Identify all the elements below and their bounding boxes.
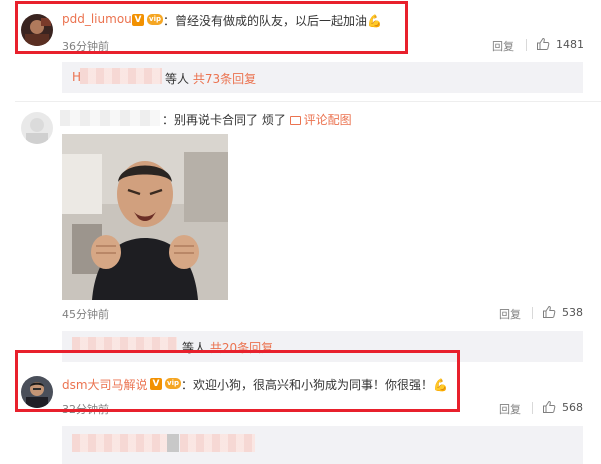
blurred-name [80,68,162,84]
like-count: 538 [562,306,583,319]
blurred-name [72,434,167,452]
blurred-block [167,434,179,452]
reply-button[interactable]: 回复 [492,38,514,54]
subreply-suffix: 等人 [165,72,190,86]
separator [532,307,533,319]
comment-text: ：别再说卡合同了 烦了 评论配图 [162,111,352,128]
like-count: 1481 [556,38,584,51]
highlight-box [15,1,408,54]
blurred-name [180,434,255,452]
comment-time: 45分钟前 [62,308,109,321]
comment-picture-link[interactable]: 评论配图 [289,113,352,127]
divider [15,101,601,102]
picture-icon [289,116,301,125]
thumbs-up-icon[interactable] [542,400,556,414]
blurred-username [60,110,160,126]
like-count: 568 [562,401,583,414]
separator [532,402,533,414]
highlight-box [15,350,460,412]
reply-button[interactable]: 回复 [499,401,521,417]
subreply-count-link[interactable]: 共73条回复 [193,72,256,86]
thumbs-up-icon[interactable] [536,37,550,51]
comment-body: ：别再说卡合同了 烦了 [162,113,286,127]
separator [526,39,527,51]
thumbs-up-icon[interactable] [542,305,556,319]
subreply-summary-tail: 等人 共73条回复 [165,70,256,87]
comment-picture[interactable] [62,134,228,300]
avatar[interactable] [21,112,53,144]
reply-button[interactable]: 回复 [499,306,521,322]
